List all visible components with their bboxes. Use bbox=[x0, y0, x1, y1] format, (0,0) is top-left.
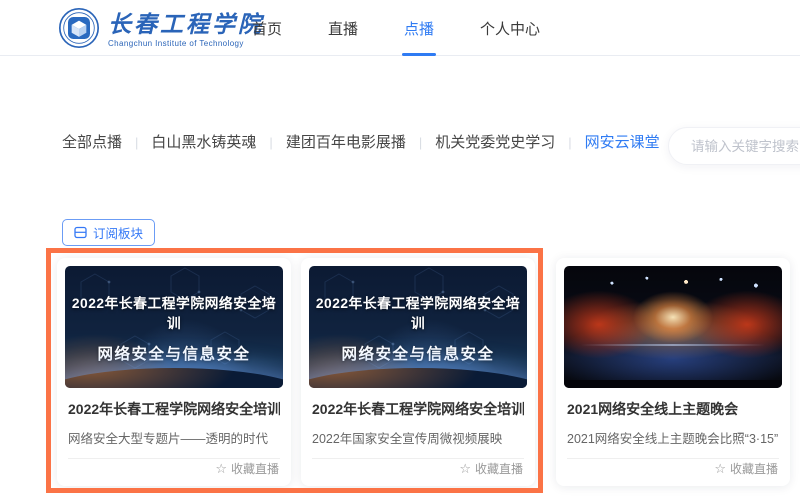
category-separator: | bbox=[568, 135, 571, 150]
poster-title-line2: 网络安全与信息安全 bbox=[65, 342, 283, 364]
category-separator: | bbox=[135, 135, 138, 150]
nav-home[interactable]: 首页 bbox=[252, 0, 282, 56]
card-divider bbox=[68, 458, 280, 459]
category-cyber-cloud-classroom[interactable]: 网安云课堂 bbox=[585, 134, 660, 151]
poster-text: 2022年长春工程学院网络安全培训 网络安全与信息安全 bbox=[65, 292, 283, 364]
video-thumbnail-cyber-security: 2022年长春工程学院网络安全培训 网络安全与信息安全 bbox=[65, 266, 283, 388]
video-card[interactable]: 2022年长春工程学院网络安全培训 网络安全与信息安全 2022年长春工程学院网… bbox=[301, 258, 535, 486]
video-title: 2022年长春工程学院网络安全培训... bbox=[68, 399, 280, 419]
nav-vod[interactable]: 点播 bbox=[404, 0, 434, 56]
main-nav: 首页 直播 点播 个人中心 bbox=[252, 0, 540, 56]
university-logo[interactable]: 长春工程学院 Changchun Institute of Technology bbox=[58, 6, 264, 55]
university-name-cn: 长春工程学院 bbox=[108, 13, 264, 36]
poster-title-line2: 网络安全与信息安全 bbox=[309, 342, 527, 364]
poster-text: 2022年长春工程学院网络安全培训 网络安全与信息安全 bbox=[309, 292, 527, 364]
video-title: 2022年长春工程学院网络安全培训... bbox=[312, 399, 524, 419]
nav-live[interactable]: 直播 bbox=[328, 0, 358, 56]
poster-title-line1: 2022年长春工程学院网络安全培训 bbox=[309, 292, 527, 332]
audience-silhouette-decor bbox=[564, 370, 782, 388]
favorite-label: 收藏直播 bbox=[730, 460, 778, 477]
video-card[interactable]: 2022年长春工程学院网络安全培训 网络安全与信息安全 2022年长春工程学院网… bbox=[57, 258, 291, 486]
video-card[interactable]: 2021网络安全线上主题晚会 2021网络安全线上主题晚会比照“3·15”...… bbox=[556, 258, 790, 486]
category-league-centenary-films[interactable]: 建团百年电影展播 bbox=[286, 134, 406, 151]
category-separator: | bbox=[269, 135, 272, 150]
category-party-history-study[interactable]: 机关党委党史学习 bbox=[435, 134, 555, 151]
favorite-live-button[interactable]: ☆ 收藏直播 bbox=[714, 460, 778, 477]
star-icon: ☆ bbox=[714, 461, 726, 477]
video-subtitle: 网络安全大型专题片——透明的时代 bbox=[68, 428, 280, 447]
category-all-vod[interactable]: 全部点播 bbox=[62, 134, 122, 151]
favorite-label: 收藏直播 bbox=[231, 460, 279, 477]
subscribe-button-label: 订阅板块 bbox=[93, 223, 143, 242]
card-divider bbox=[312, 458, 524, 459]
university-name-en: Changchun Institute of Technology bbox=[108, 39, 264, 48]
search-box bbox=[668, 127, 800, 165]
search-input[interactable] bbox=[669, 128, 800, 164]
video-subtitle: 2022年国家安全宣传周微视频展映 bbox=[312, 428, 524, 447]
video-subtitle: 2021网络安全线上主题晚会比照“3·15”... bbox=[567, 428, 779, 447]
stage-floor-decor bbox=[581, 344, 764, 346]
favorite-live-button[interactable]: ☆ 收藏直播 bbox=[459, 460, 523, 477]
star-icon: ☆ bbox=[459, 461, 471, 477]
video-thumbnail-cyber-security: 2022年长春工程学院网络安全培训 网络安全与信息安全 bbox=[309, 266, 527, 388]
subscribe-section-button[interactable]: 订阅板块 bbox=[62, 219, 155, 246]
university-emblem-icon bbox=[58, 6, 100, 55]
nav-personal-center[interactable]: 个人中心 bbox=[480, 0, 540, 56]
poster-title-line1: 2022年长春工程学院网络安全培训 bbox=[65, 292, 283, 332]
video-thumbnail-stage-gala bbox=[564, 266, 782, 388]
category-separator: | bbox=[419, 135, 422, 150]
category-baishan-heishui[interactable]: 白山黑水铸英魂 bbox=[151, 134, 256, 151]
favorite-live-button[interactable]: ☆ 收藏直播 bbox=[215, 460, 279, 477]
video-title: 2021网络安全线上主题晚会 bbox=[567, 399, 779, 419]
card-divider bbox=[567, 458, 779, 459]
header: 长春工程学院 Changchun Institute of Technology… bbox=[0, 0, 800, 56]
category-filter-bar: 全部点播 | 白山黑水铸英魂 | 建团百年电影展播 | 机关党委党史学习 | 网安云课堂 bbox=[62, 124, 662, 161]
subscribe-panel-icon bbox=[74, 226, 87, 239]
favorite-label: 收藏直播 bbox=[475, 460, 523, 477]
star-icon: ☆ bbox=[215, 461, 227, 477]
